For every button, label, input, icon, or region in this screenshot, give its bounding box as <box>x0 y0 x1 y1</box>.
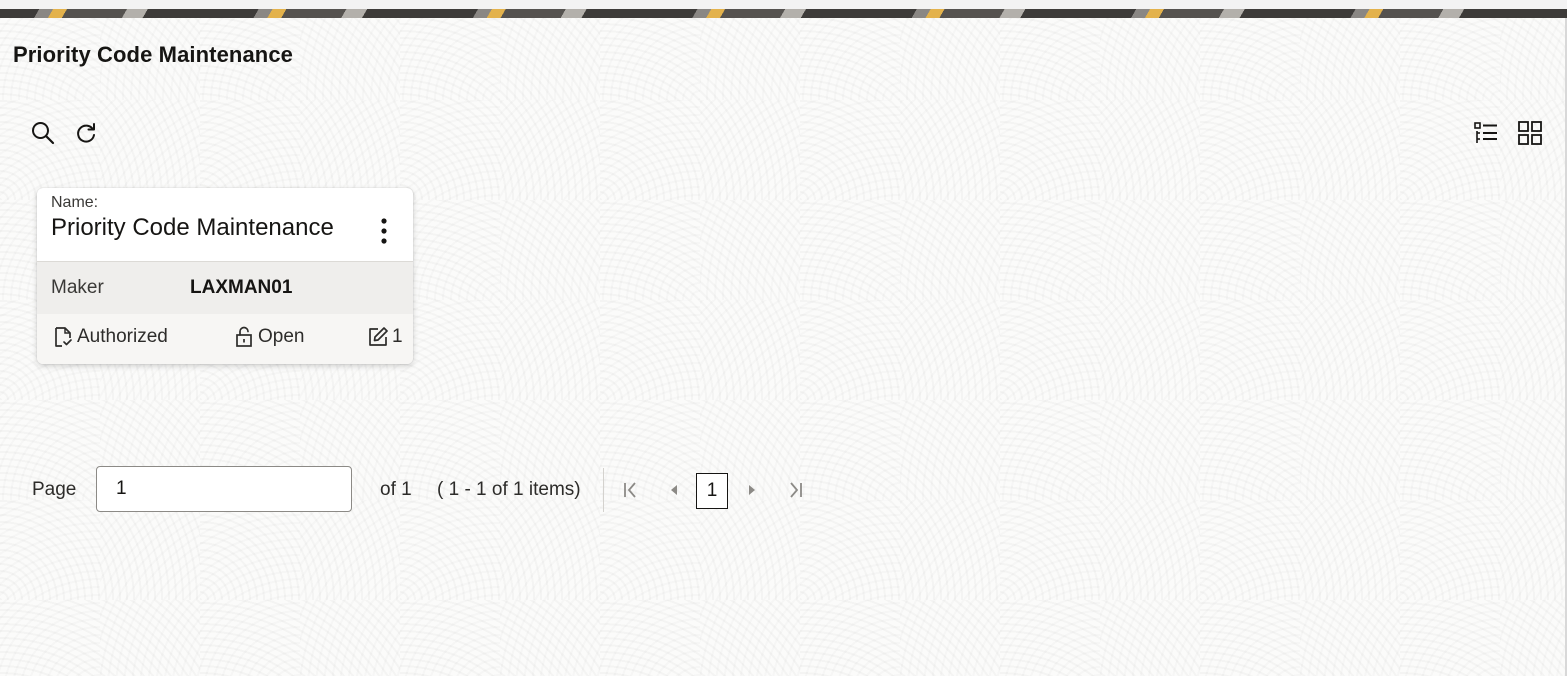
card-name-caption: Name: <box>51 194 99 211</box>
record-status-text: Open <box>258 326 305 347</box>
record-card[interactable]: Name: Priority Code Maintenance Maker LA… <box>37 188 413 364</box>
first-page-icon <box>624 482 636 498</box>
auth-status-text: Authorized <box>77 326 168 347</box>
page-label: Page <box>32 479 77 500</box>
modification-count: 1 <box>367 326 403 348</box>
list-view-button[interactable] <box>1472 119 1500 147</box>
maker-label: Maker <box>51 277 104 298</box>
previous-page-button[interactable] <box>662 478 686 502</box>
pager-divider <box>603 468 604 512</box>
item-range-text: ( 1 - 1 of 1 items) <box>437 479 581 500</box>
edit-icon <box>369 327 388 346</box>
first-page-button[interactable] <box>618 478 642 502</box>
top-banner <box>0 0 1567 18</box>
record-status: Open <box>233 326 304 348</box>
page-number-input[interactable] <box>96 466 352 512</box>
modification-count-text: 1 <box>392 326 403 347</box>
page-title: Priority Code Maintenance <box>13 42 294 67</box>
next-page-icon <box>749 485 755 495</box>
page-of-text: of 1 <box>380 479 412 500</box>
next-page-button[interactable] <box>740 478 764 502</box>
previous-page-icon <box>671 485 677 495</box>
more-actions-icon <box>381 218 387 244</box>
last-page-icon <box>790 482 802 498</box>
authorized-doc-icon <box>55 327 72 347</box>
tile-view-icon <box>1518 121 1542 145</box>
current-page-indicator[interactable]: 1 <box>696 473 728 509</box>
maker-value: LAXMAN01 <box>190 277 293 298</box>
tile-view-button[interactable] <box>1516 119 1544 147</box>
search-button[interactable] <box>29 119 57 147</box>
banner-stripe <box>0 9 1567 18</box>
card-maker-row: Maker LAXMAN01 <box>37 261 413 315</box>
last-page-button[interactable] <box>784 478 808 502</box>
list-view-icon <box>1474 122 1497 143</box>
unlock-icon <box>236 326 252 347</box>
card-status-row: Authorized Open 1 <box>37 314 413 364</box>
refresh-button[interactable] <box>72 119 100 147</box>
card-name-value: Priority Code Maintenance <box>51 214 334 241</box>
more-actions-button[interactable] <box>372 215 396 247</box>
auth-status: Authorized <box>52 326 168 348</box>
refresh-icon <box>77 123 95 143</box>
search-icon <box>32 122 55 145</box>
pagination-bar: Page of 1 ( 1 - 1 of 1 items) 1 <box>0 466 900 514</box>
